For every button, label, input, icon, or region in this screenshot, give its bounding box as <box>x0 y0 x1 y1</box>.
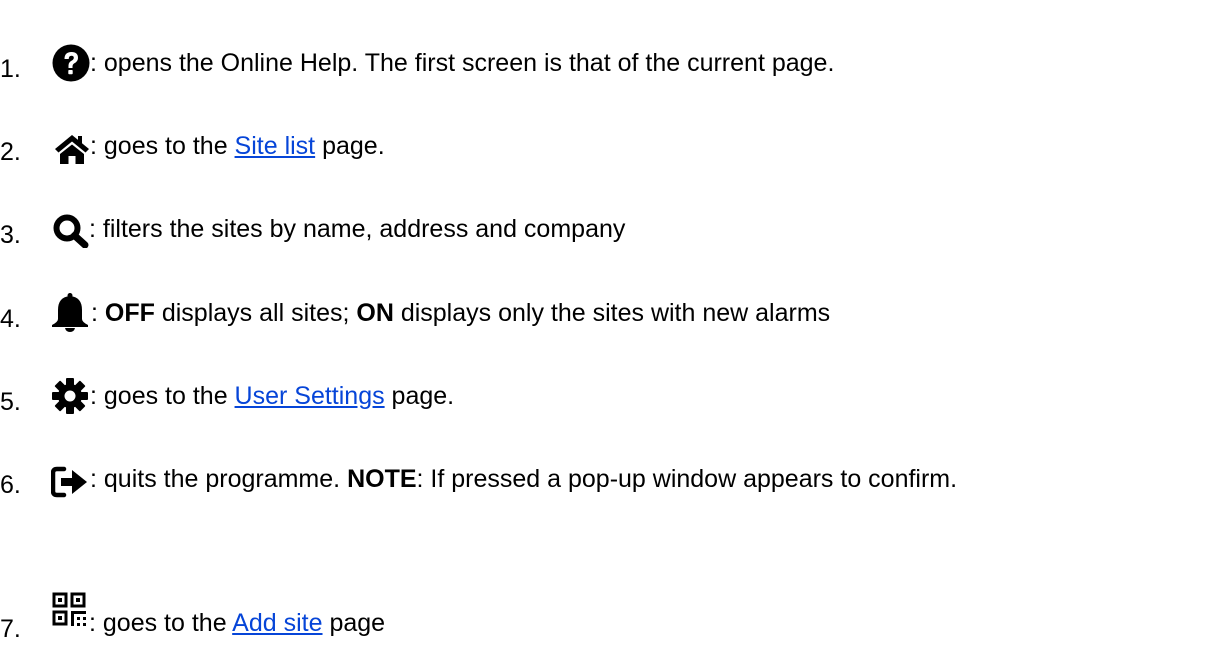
item-number: 1. <box>0 55 21 83</box>
add-site-link[interactable]: Add site <box>232 609 322 637</box>
user-settings-link[interactable]: User Settings <box>235 382 385 410</box>
item-text: : <box>91 299 105 327</box>
question-circle-icon <box>52 44 90 82</box>
list-item: 6. : quits the programme. NOTE: If press… <box>0 444 1231 504</box>
bell-icon <box>49 292 91 332</box>
note-label: NOTE <box>347 465 417 493</box>
item-number: 4. <box>0 305 21 333</box>
qr-code-icon <box>52 592 86 626</box>
item-text: page. <box>315 132 385 160</box>
item-number: 3. <box>0 221 21 249</box>
item-text: : If pressed a pop-up window appears to … <box>416 465 958 493</box>
on-label: ON <box>356 299 394 327</box>
item-text: : goes to the <box>89 609 233 637</box>
list-item: 7. : goes to the Add site page <box>0 588 1231 648</box>
item-text: page. <box>384 382 455 410</box>
home-icon <box>54 133 90 165</box>
off-label: OFF <box>104 299 155 327</box>
list-item: 3. : filters the sites by name, address … <box>0 194 1231 254</box>
list-item: 4. : OFF displays all sites; ON displays… <box>0 278 1231 338</box>
item-text: : opens the Online Help. The first scree… <box>90 49 835 77</box>
item-text: : quits the programme. <box>90 465 348 493</box>
gear-icon <box>51 377 89 415</box>
item-text: displays only the sites with new alarms <box>393 299 831 327</box>
help-icon-list: 1. : opens the Online Help. The first sc… <box>0 0 1231 661</box>
sign-out-icon <box>51 466 89 498</box>
list-item: 5. : goes to the User Settings page. <box>0 361 1231 421</box>
item-number: 7. <box>0 615 21 643</box>
item-text: : filters the sites by name, address and… <box>89 215 626 243</box>
search-icon <box>53 214 89 248</box>
list-item: 2. : goes to the Site list page. <box>0 111 1231 171</box>
item-number: 6. <box>0 471 21 499</box>
site-list-link[interactable]: Site list <box>235 132 316 160</box>
item-number: 5. <box>0 388 21 416</box>
item-text: page <box>322 609 386 637</box>
item-number: 2. <box>0 138 21 166</box>
item-text: : goes to the <box>90 132 235 160</box>
item-text: displays all sites; <box>154 299 357 327</box>
item-text: : goes to the <box>90 382 235 410</box>
list-item: 1. : opens the Online Help. The first sc… <box>0 28 1231 88</box>
